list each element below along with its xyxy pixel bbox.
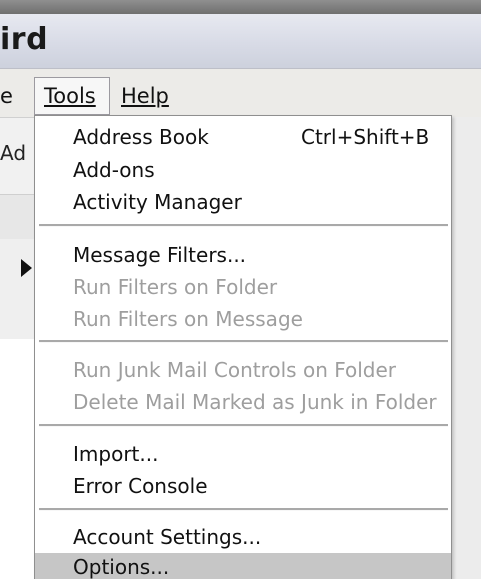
menu-separator xyxy=(39,224,448,227)
window-title: ird xyxy=(0,22,49,57)
menu-item-address-book[interactable]: Address Book xyxy=(73,125,209,149)
menu-item-activity-manager[interactable]: Activity Manager xyxy=(73,190,242,214)
menu-item-partial[interactable]: e xyxy=(0,84,13,108)
menu-separator xyxy=(39,340,448,343)
toolbar-button-partial[interactable]: Ad xyxy=(0,141,26,165)
menu-separator xyxy=(39,508,448,511)
menu-item-account-settings[interactable]: Account Settings... xyxy=(73,525,261,549)
menu-item-message-filters[interactable]: Message Filters... xyxy=(73,243,246,267)
menu-item-run-junk-controls: Run Junk Mail Controls on Folder xyxy=(73,358,397,382)
menu-item-run-filters-message: Run Filters on Message xyxy=(73,307,303,331)
shortcut-address-book: Ctrl+Shift+B xyxy=(301,125,430,149)
menu-help[interactable]: Help xyxy=(121,84,169,108)
title-bar xyxy=(0,14,481,69)
menu-item-delete-junk: Delete Mail Marked as Junk in Folder xyxy=(73,390,437,414)
background-edge xyxy=(450,117,481,579)
window-top-edge xyxy=(0,0,481,14)
menu-item-add-ons[interactable]: Add-ons xyxy=(73,158,155,182)
menu-item-error-console[interactable]: Error Console xyxy=(73,474,208,498)
menu-tools-label: Tools xyxy=(44,84,96,108)
menu-item-options[interactable]: Options... xyxy=(73,555,169,579)
menu-item-run-filters-folder: Run Filters on Folder xyxy=(73,275,278,299)
expand-arrow-icon[interactable] xyxy=(21,259,32,277)
menu-item-import[interactable]: Import... xyxy=(73,442,158,466)
menu-separator xyxy=(39,424,448,427)
